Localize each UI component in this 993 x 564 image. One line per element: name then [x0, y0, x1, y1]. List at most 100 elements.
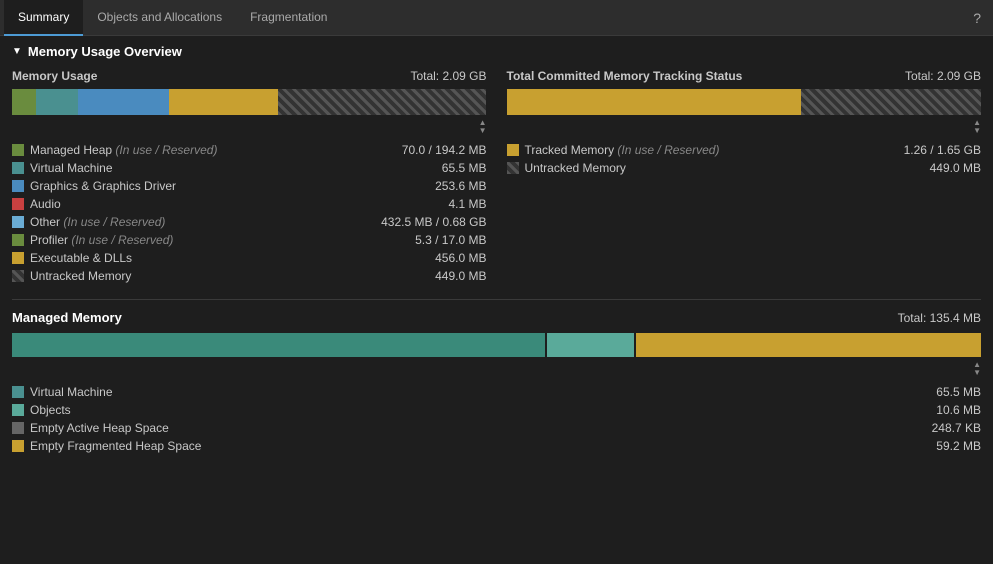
section-title: Memory Usage Overview [28, 44, 182, 59]
graphics-bar [78, 89, 168, 115]
virtual-machine-value: 65.5 MB [442, 161, 487, 175]
legend-other: Other (In use / Reserved) 432.5 MB / 0.6… [12, 213, 487, 231]
scroll-arrows-managed: ▲ ▼ [12, 361, 981, 377]
committed-memory-section: Total Committed Memory Tracking Status T… [507, 69, 982, 285]
other-swatch [12, 216, 24, 228]
scroll-down-managed[interactable]: ▼ [973, 369, 981, 377]
profiler-label: Profiler (In use / Reserved) [30, 233, 407, 247]
managed-total: Total: 135.4 MB [898, 311, 981, 325]
legend-virtual-machine: Virtual Machine 65.5 MB [12, 159, 487, 177]
memory-usage-legend: Managed Heap (In use / Reserved) 70.0 / … [12, 141, 487, 285]
audio-label: Audio [30, 197, 440, 211]
managed-vm-value: 65.5 MB [936, 385, 981, 399]
virtual-machine-bar [36, 89, 79, 115]
objects-value: 10.6 MB [936, 403, 981, 417]
committed-legend: Tracked Memory (In use / Reserved) 1.26 … [507, 141, 982, 177]
executable-label: Executable & DLLs [30, 251, 427, 265]
untracked-committed-swatch [507, 162, 519, 174]
tracked-swatch [507, 144, 519, 156]
tab-summary[interactable]: Summary [4, 0, 83, 36]
memory-overview-columns: Memory Usage Total: 2.09 GB ▲ ▼ Managed … [12, 69, 981, 285]
graphics-label: Graphics & Graphics Driver [30, 179, 427, 193]
managed-heap-value: 70.0 / 194.2 MB [402, 143, 487, 157]
managed-memory-bar [12, 333, 981, 357]
scroll-down-right[interactable]: ▼ [973, 127, 981, 135]
memory-usage-total: Total: 2.09 GB [410, 69, 486, 83]
profiler-value: 5.3 / 17.0 MB [415, 233, 486, 247]
tab-bar: Summary Objects and Allocations Fragment… [0, 0, 993, 36]
audio-value: 4.1 MB [448, 197, 486, 211]
tab-fragmentation[interactable]: Fragmentation [236, 0, 341, 36]
scroll-arrows-right: ▲ ▼ [507, 119, 982, 135]
audio-swatch [12, 198, 24, 210]
legend-untracked: Untracked Memory 449.0 MB [12, 267, 487, 285]
legend-graphics: Graphics & Graphics Driver 253.6 MB [12, 177, 487, 195]
scroll-arrows-left: ▲ ▼ [12, 119, 487, 135]
graphics-value: 253.6 MB [435, 179, 486, 193]
managed-heap-swatch [12, 144, 24, 156]
fragmented-heap-label: Empty Fragmented Heap Space [30, 439, 928, 453]
objects-managed-bar [547, 333, 634, 357]
active-heap-swatch [12, 422, 24, 434]
untracked-swatch [12, 270, 24, 282]
active-heap-label: Empty Active Heap Space [30, 421, 924, 435]
managed-legend-objects: Objects 10.6 MB [12, 401, 981, 419]
collapse-arrow[interactable]: ▼ [12, 46, 22, 57]
fragmented-managed-bar [636, 333, 981, 357]
active-heap-value: 248.7 KB [932, 421, 981, 435]
executable-value: 456.0 MB [435, 251, 486, 265]
objects-label: Objects [30, 403, 928, 417]
managed-title: Managed Memory [12, 310, 122, 325]
managed-legend-active-heap: Empty Active Heap Space 248.7 KB [12, 419, 981, 437]
committed-memory-bar [507, 89, 982, 115]
legend-profiler: Profiler (In use / Reserved) 5.3 / 17.0 … [12, 231, 487, 249]
virtual-machine-label: Virtual Machine [30, 161, 434, 175]
legend-executable: Executable & DLLs 456.0 MB [12, 249, 487, 267]
memory-usage-title-row: Memory Usage Total: 2.09 GB [12, 69, 487, 83]
tracked-bar [507, 89, 801, 115]
legend-managed-heap: Managed Heap (In use / Reserved) 70.0 / … [12, 141, 487, 159]
legend-tracked: Tracked Memory (In use / Reserved) 1.26 … [507, 141, 982, 159]
untracked-committed-value: 449.0 MB [930, 161, 981, 175]
fragmented-heap-swatch [12, 440, 24, 452]
managed-vm-swatch [12, 386, 24, 398]
tracked-label: Tracked Memory (In use / Reserved) [525, 143, 896, 157]
legend-untracked-committed: Untracked Memory 449.0 MB [507, 159, 982, 177]
help-icon[interactable]: ? [965, 6, 989, 30]
section-divider [12, 299, 981, 300]
untracked-committed-bar [801, 89, 981, 115]
other-label: Other (In use / Reserved) [30, 215, 373, 229]
virtual-machine-swatch [12, 162, 24, 174]
memory-usage-title: Memory Usage [12, 69, 97, 83]
executable-bar [169, 89, 278, 115]
managed-vm-label: Virtual Machine [30, 385, 928, 399]
committed-title: Total Committed Memory Tracking Status [507, 69, 743, 83]
other-value: 432.5 MB / 0.68 GB [381, 215, 486, 229]
untracked-label: Untracked Memory [30, 269, 427, 283]
objects-swatch [12, 404, 24, 416]
managed-heap-label: Managed Heap (In use / Reserved) [30, 143, 394, 157]
managed-legend: Virtual Machine 65.5 MB Objects 10.6 MB … [12, 383, 981, 455]
main-content: ▼ Memory Usage Overview Memory Usage Tot… [0, 36, 993, 463]
managed-title-row: Managed Memory Total: 135.4 MB [12, 310, 981, 325]
untracked-value: 449.0 MB [435, 269, 486, 283]
managed-heap-bar [12, 89, 36, 115]
memory-usage-bar [12, 89, 487, 115]
managed-legend-vm: Virtual Machine 65.5 MB [12, 383, 981, 401]
untracked-committed-label: Untracked Memory [525, 161, 922, 175]
fragmented-heap-value: 59.2 MB [936, 439, 981, 453]
vm-managed-bar [12, 333, 545, 357]
untracked-bar [278, 89, 487, 115]
managed-legend-fragmented-heap: Empty Fragmented Heap Space 59.2 MB [12, 437, 981, 455]
executable-swatch [12, 252, 24, 264]
section-header: ▼ Memory Usage Overview [12, 44, 981, 59]
memory-usage-section: Memory Usage Total: 2.09 GB ▲ ▼ Managed … [12, 69, 487, 285]
committed-title-row: Total Committed Memory Tracking Status T… [507, 69, 982, 83]
scroll-down[interactable]: ▼ [479, 127, 487, 135]
tracked-value: 1.26 / 1.65 GB [904, 143, 981, 157]
legend-audio: Audio 4.1 MB [12, 195, 487, 213]
committed-total: Total: 2.09 GB [905, 69, 981, 83]
profiler-swatch [12, 234, 24, 246]
graphics-swatch [12, 180, 24, 192]
tab-objects[interactable]: Objects and Allocations [83, 0, 236, 36]
